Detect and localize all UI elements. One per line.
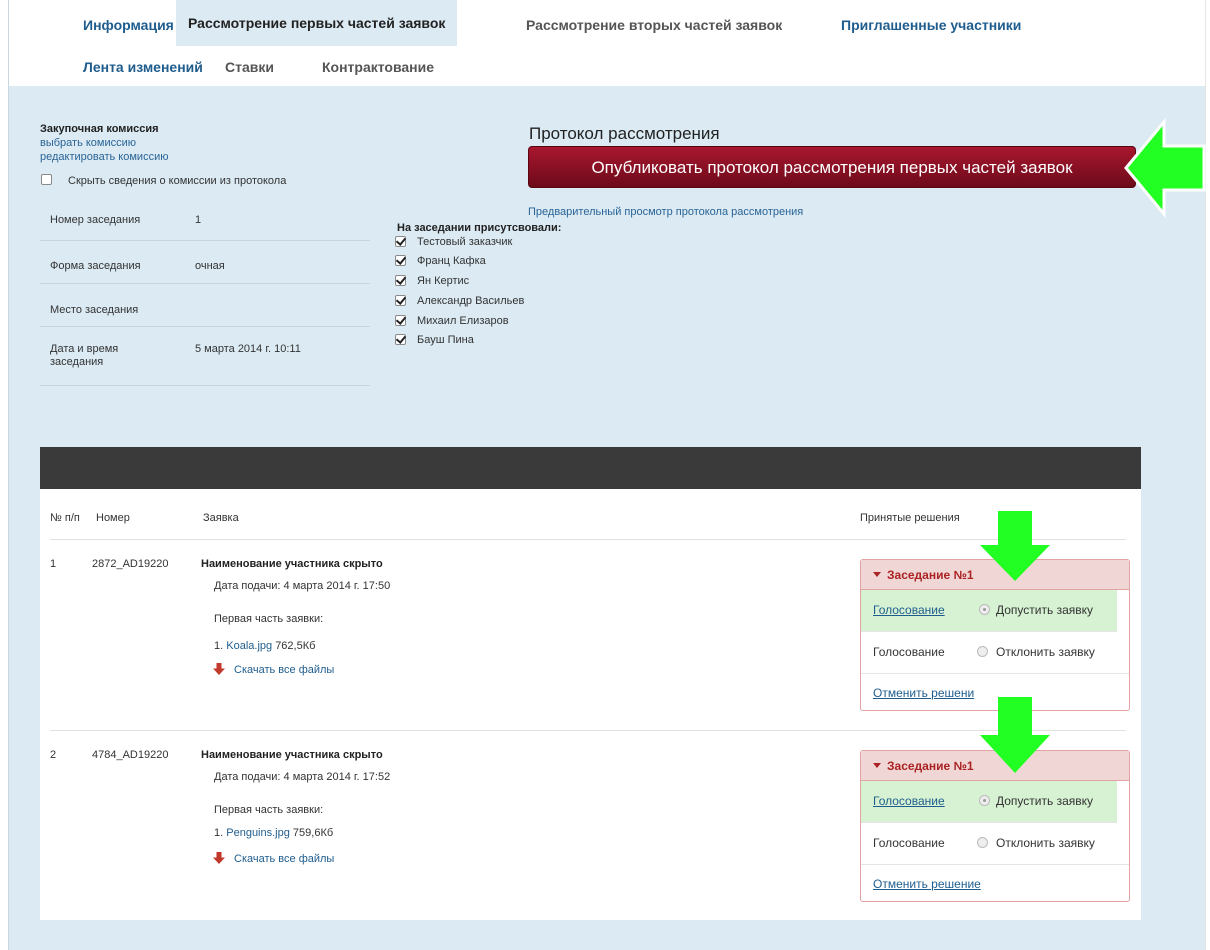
tab-first-parts[interactable]: Рассмотрение первых частей заявок: [176, 0, 458, 46]
attendee-name-6: Бауш Пина: [417, 334, 474, 346]
row1-date: Дата подачи: 4 марта 2014 г. 17:50: [214, 580, 391, 592]
row1-file-index: 1.: [214, 640, 224, 652]
attendee-checkbox-5[interactable]: [395, 315, 406, 326]
row1-download-all-link[interactable]: Скачать все файлы: [234, 664, 334, 676]
row1-file-size: 762,5Кб: [275, 640, 316, 652]
tab-bids[interactable]: Ставки: [213, 45, 286, 89]
panel-header-bar: [40, 447, 1141, 489]
attendee-name-1: Тестовый заказчик: [417, 236, 513, 248]
meeting-number-row: Номер заседания 1: [40, 198, 370, 241]
row-divider: [50, 730, 1126, 731]
preview-protocol-link[interactable]: Предварительный просмотр протокола рассм…: [528, 206, 803, 218]
decision-1-reject-row: Голосование Отклонить заявку: [861, 632, 1129, 674]
meeting-form-key: Форма заседания: [50, 260, 141, 272]
header-divider: [50, 539, 1126, 540]
decision-1-admit-radio[interactable]: [979, 604, 990, 615]
meeting-datetime-key: Дата и время заседания: [50, 343, 119, 368]
row2-number: 4784_AD19220: [92, 749, 169, 761]
commission-title: Закупочная комиссия: [40, 123, 159, 135]
meeting-number-key: Номер заседания: [50, 214, 141, 226]
attendee-checkbox-2[interactable]: [395, 255, 406, 266]
decision-1-reject-radio[interactable]: [977, 646, 988, 657]
row1-part-label: Первая часть заявки:: [214, 613, 324, 625]
decision-2-vote-text: Голосование: [873, 836, 945, 850]
tab-invited[interactable]: Приглашенные участники: [829, 2, 1033, 48]
attendee-name-3: Ян Кертис: [417, 275, 470, 287]
decision-1-vote-link[interactable]: Голосование: [873, 603, 945, 617]
decision-2-admit-label: Допустить заявку: [996, 794, 1094, 808]
row2-date: Дата подачи: 4 марта 2014 г. 17:52: [214, 771, 391, 783]
decision-2-vote-link[interactable]: Голосование: [873, 794, 945, 808]
tab-feed[interactable]: Лента изменений: [71, 45, 215, 89]
tab-info[interactable]: Информация: [71, 2, 186, 48]
meeting-datetime-row: Дата и время заседания 5 марта 2014 г. 1…: [40, 327, 370, 386]
green-arrow-left-icon: [1124, 118, 1206, 218]
col-header-number: Номер: [96, 512, 130, 524]
tab-second-parts[interactable]: Рассмотрение вторых частей заявок: [514, 2, 794, 48]
attendee-name-4: Александр Васильев: [417, 295, 525, 307]
hide-commission-checkbox[interactable]: [41, 174, 52, 185]
decision-box-2-title: Заседание №1: [887, 759, 974, 773]
meeting-form-value: очная: [195, 260, 225, 272]
decision-1-admit-row: Голосование Допустить заявку: [861, 590, 1117, 632]
collapse-triangle-icon: [873, 572, 881, 577]
meeting-number-value: 1: [195, 214, 202, 226]
decision-1-admit-label: Допустить заявку: [996, 603, 1094, 617]
attendee-checkbox-1[interactable]: [395, 236, 406, 247]
row2-num: 2: [50, 749, 57, 761]
publish-protocol-button[interactable]: Опубликовать протокол рассмотрения первы…: [528, 146, 1136, 188]
decision-1-vote-text: Голосование: [873, 645, 945, 659]
attendee-checkbox-6[interactable]: [395, 334, 406, 345]
meeting-place-row: Место заседания: [40, 284, 370, 327]
decision-2-reject-radio[interactable]: [977, 837, 988, 848]
row1-file-link[interactable]: Koala.jpg: [226, 640, 272, 652]
row1-num: 1: [50, 558, 57, 570]
decision-2-cancel-link[interactable]: Отменить решение: [873, 877, 981, 891]
hide-commission-label: Скрыть сведения о комиссии из протокола: [68, 175, 287, 187]
decision-box-1-title: Заседание №1: [887, 568, 974, 582]
select-commission-link[interactable]: выбрать комиссию: [40, 137, 136, 149]
decision-2-reject-label: Отклонить заявку: [996, 836, 1095, 850]
col-header-application: Заявка: [203, 512, 239, 524]
tab-contracting[interactable]: Контрактование: [310, 45, 446, 89]
row2-file-index: 1.: [214, 827, 224, 839]
collapse-triangle-icon: [873, 763, 881, 768]
tab-bar: Информация Рассмотрение первых частей за…: [9, 0, 1205, 86]
edit-commission-link[interactable]: редактировать комиссию: [40, 151, 168, 163]
download-arrow-icon: [213, 663, 225, 675]
decision-2-reject-row: Голосование Отклонить заявку: [861, 823, 1129, 865]
download-arrow-icon: [213, 852, 225, 864]
row1-number: 2872_AD19220: [92, 558, 169, 570]
col-header-decisions: Принятые решения: [860, 512, 960, 524]
row2-download-all-link[interactable]: Скачать все файлы: [234, 853, 334, 865]
green-arrow-down-icon: [980, 511, 1050, 581]
attendee-name-5: Михаил Елизаров: [417, 315, 509, 327]
row1-participant: Наименование участника скрыто: [201, 558, 383, 570]
attendee-name-2: Франц Кафка: [417, 255, 486, 267]
meeting-datetime-value: 5 марта 2014 г. 10:11: [195, 343, 301, 355]
meeting-form-row: Форма заседания очная: [40, 241, 370, 284]
decision-1-reject-label: Отклонить заявку: [996, 645, 1095, 659]
row2-part-label: Первая часть заявки:: [214, 804, 324, 816]
meeting-info-table: Номер заседания 1 Форма заседания очная …: [40, 198, 370, 386]
attendee-checkbox-4[interactable]: [395, 295, 406, 306]
attendee-checkbox-3[interactable]: [395, 275, 406, 286]
green-arrow-down-icon: [980, 697, 1050, 773]
row2-file-size: 759,6Кб: [292, 827, 334, 839]
col-header-num: № п/п: [50, 512, 80, 524]
row2-participant: Наименование участника скрыто: [201, 749, 383, 761]
meeting-place-key: Место заседания: [50, 304, 139, 316]
row1-file: 1. Koala.jpg 762,5Кб: [214, 640, 315, 652]
protocol-title: Протокол рассмотрения: [529, 124, 720, 143]
decision-2-admit-row: Голосование Допустить заявку: [861, 781, 1117, 823]
decision-1-cancel-link[interactable]: Отменить решени: [873, 686, 974, 700]
row2-file-link[interactable]: Penguins.jpg: [226, 827, 290, 839]
row2-file: 1. Penguins.jpg 759,6Кб: [214, 827, 333, 839]
attendees-title: На заседании присутсвовали:: [397, 222, 562, 234]
decision-2-admit-radio[interactable]: [979, 795, 990, 806]
